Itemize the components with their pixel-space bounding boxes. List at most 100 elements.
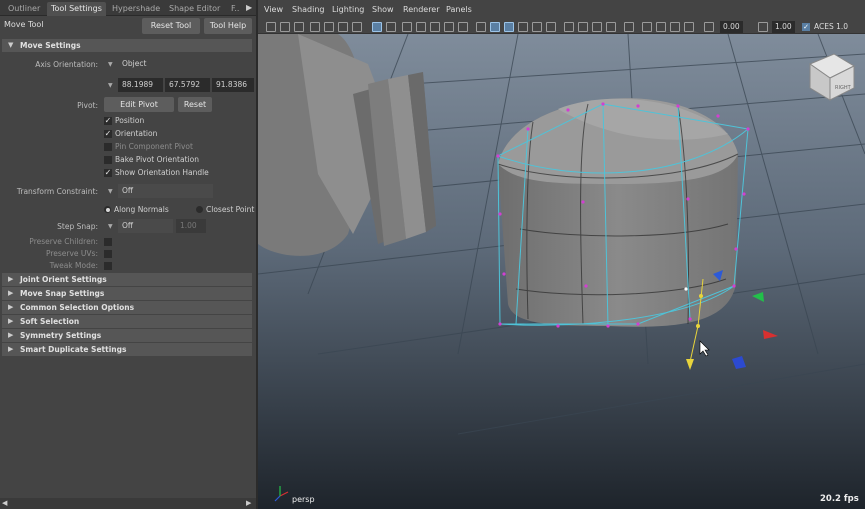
color-space-label[interactable]: ACES 1.0 SDR <box>814 21 865 43</box>
menu-renderer[interactable]: Renderer <box>403 5 440 14</box>
tab-shape-editor[interactable]: Shape Editor <box>165 2 224 16</box>
position-checkbox[interactable]: ✓ <box>104 117 112 125</box>
safe-action-icon[interactable] <box>416 22 426 32</box>
preserve-uvs-checkbox[interactable] <box>104 250 112 258</box>
gate-mask-icon[interactable] <box>444 22 454 32</box>
exposure-icon[interactable] <box>704 22 714 32</box>
section-title: Soft Selection <box>20 317 80 326</box>
position-label: Position <box>115 116 145 125</box>
section-common-selection-options[interactable]: ▶ Common Selection Options <box>2 301 252 314</box>
axis-orientation-dropdown[interactable]: Object <box>118 57 213 71</box>
screen-space-ao-icon[interactable] <box>564 22 574 32</box>
tool-help-button[interactable]: Tool Help <box>204 18 252 34</box>
preserve-children-checkbox[interactable] <box>104 238 112 246</box>
xray-joints-icon[interactable] <box>642 22 652 32</box>
grid-icon[interactable] <box>324 22 334 32</box>
wireframe-on-shaded-icon[interactable] <box>476 22 486 32</box>
section-title: Joint Orient Settings <box>20 275 107 284</box>
image-plane-icon[interactable] <box>310 22 320 32</box>
safe-title-icon[interactable] <box>430 22 440 32</box>
color-management-checkbox[interactable]: ✓ <box>802 23 810 31</box>
gamma-icon[interactable] <box>758 22 768 32</box>
section-title: Symmetry Settings <box>20 331 102 340</box>
bake-pivot-orientation-checkbox[interactable] <box>104 156 112 164</box>
isolate-icon[interactable] <box>624 22 634 32</box>
motion-blur-icon[interactable] <box>578 22 588 32</box>
reset-pivot-button[interactable]: Reset <box>178 97 212 112</box>
section-move-settings[interactable]: ▼ Move Settings <box>2 39 252 52</box>
collapse-arrow-icon: ▼ <box>8 41 14 49</box>
closest-point-label: Closest Point <box>206 205 255 214</box>
smooth-shade-icon[interactable] <box>386 22 396 32</box>
scroll-left-icon[interactable]: ◀ <box>2 499 7 507</box>
gamma-field[interactable]: 1.00 <box>772 21 795 33</box>
hud-icon[interactable] <box>684 22 694 32</box>
horizontal-scrollbar[interactable]: ◀ ▶ <box>0 498 256 509</box>
select-camera-icon[interactable] <box>266 22 276 32</box>
tab-tool-settings[interactable]: Tool Settings <box>47 2 106 16</box>
menu-view[interactable]: View <box>264 5 283 14</box>
transform-constraint-dropdown[interactable]: Off <box>118 184 213 198</box>
tab-more[interactable]: F.. <box>227 2 243 16</box>
bookmarks-icon[interactable] <box>294 22 304 32</box>
tab-outliner[interactable]: Outliner <box>4 2 44 16</box>
viewport-toolbar: 0.00 1.00 ✓ ACES 1.0 SDR <box>258 20 865 43</box>
pin-component-pivot-checkbox[interactable] <box>104 143 112 151</box>
scroll-right-icon[interactable]: ▶ <box>246 499 251 507</box>
tab-hypershade[interactable]: Hypershade <box>108 2 164 16</box>
backface-icon[interactable] <box>670 22 680 32</box>
dropdown-arrow-icon: ▼ <box>108 223 113 230</box>
depth-of-field-icon[interactable] <box>606 22 616 32</box>
coords-dropdown-arrow-icon[interactable]: ▼ <box>108 82 113 89</box>
tweak-mode-checkbox[interactable] <box>104 262 112 270</box>
tweak-mode-label: Tweak Mode: <box>49 261 98 270</box>
along-normals-radio[interactable] <box>104 206 111 213</box>
coord-y-field[interactable]: 67.5792 <box>165 78 210 92</box>
menu-show[interactable]: Show <box>372 5 394 14</box>
show-orientation-handle-checkbox[interactable]: ✓ <box>104 169 112 177</box>
menu-shading[interactable]: Shading <box>292 5 325 14</box>
reset-tool-button[interactable]: Reset Tool <box>142 18 200 34</box>
textured-icon[interactable] <box>518 22 528 32</box>
edit-pivot-button[interactable]: Edit Pivot <box>104 97 174 112</box>
section-smart-duplicate-settings[interactable]: ▶ Smart Duplicate Settings <box>2 343 252 356</box>
resolution-gate-icon[interactable] <box>352 22 362 32</box>
section-joint-orient-settings[interactable]: ▶ Joint Orient Settings <box>2 273 252 286</box>
step-snap-label: Step Snap: <box>57 222 98 231</box>
wireframe-icon[interactable] <box>372 22 382 32</box>
closest-point-radio[interactable] <box>196 206 203 213</box>
xray-icon[interactable] <box>490 22 500 32</box>
section-title: Move Settings <box>20 41 81 50</box>
smooth-shade-all-icon[interactable] <box>504 22 514 32</box>
tool-name: Move Tool <box>4 20 44 29</box>
3d-scene[interactable]: RIGHT <box>258 34 865 509</box>
section-title: Common Selection Options <box>20 303 135 312</box>
along-normals-label: Along Normals <box>114 205 169 214</box>
anti-aliasing-icon[interactable] <box>592 22 602 32</box>
section-soft-selection[interactable]: ▶ Soft Selection <box>2 315 252 328</box>
menu-lighting[interactable]: Lighting <box>332 5 364 14</box>
field-chart-icon[interactable] <box>402 22 412 32</box>
use-all-lights-icon[interactable] <box>532 22 542 32</box>
viewport-panel: View Shading Lighting Show Renderer Pane… <box>258 0 865 509</box>
tool-settings-panel: Outliner Tool Settings Hypershade Shape … <box>0 0 256 509</box>
section-move-snap-settings[interactable]: ▶ Move Snap Settings <box>2 287 252 300</box>
xray-active-icon[interactable] <box>656 22 666 32</box>
isolate-select-icon[interactable] <box>458 22 468 32</box>
film-gate-icon[interactable] <box>338 22 348 32</box>
orientation-checkbox[interactable]: ✓ <box>104 130 112 138</box>
show-orientation-handle-label: Show Orientation Handle <box>115 168 209 177</box>
step-snap-amount-field[interactable]: 1.00 <box>176 219 206 233</box>
coord-x-field[interactable]: 88.1989 <box>118 78 163 92</box>
exposure-field[interactable]: 0.00 <box>720 21 743 33</box>
step-snap-dropdown[interactable]: Off <box>118 219 173 233</box>
expand-arrow-icon: ▶ <box>8 275 14 283</box>
menu-panels[interactable]: Panels <box>446 5 472 14</box>
coord-z-field[interactable]: 91.8386 <box>212 78 254 92</box>
camera-attributes-icon[interactable] <box>280 22 290 32</box>
tab-scroll-right-icon[interactable]: ▶ <box>246 3 252 12</box>
section-symmetry-settings[interactable]: ▶ Symmetry Settings <box>2 329 252 342</box>
section-title: Move Snap Settings <box>20 289 105 298</box>
expand-arrow-icon: ▶ <box>8 303 14 311</box>
shadows-icon[interactable] <box>546 22 556 32</box>
